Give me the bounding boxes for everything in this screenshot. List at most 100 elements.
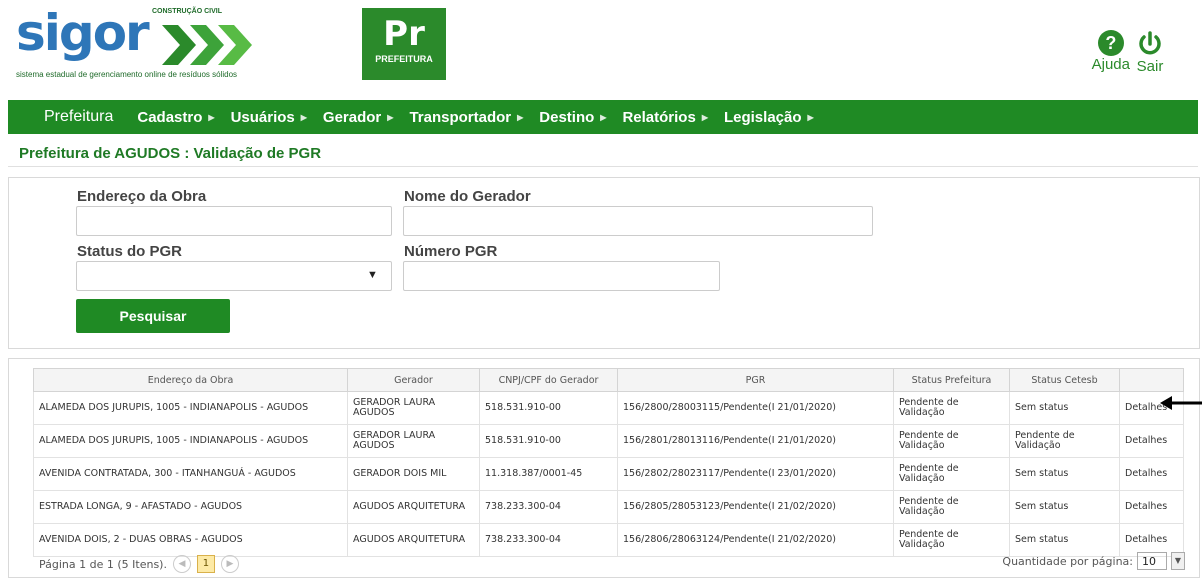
- cell-gerador: AGUDOS ARQUITETURA: [347, 523, 480, 557]
- sigor-logo: sigor CONSTRUÇÃO CIVIL sistema estadual …: [14, 4, 254, 84]
- logo-word: sigor: [16, 4, 150, 62]
- cell-pgr: 156/2805/28053123/Pendente(I 21/02/2020): [617, 490, 894, 524]
- caret-right-icon: ▶: [208, 112, 215, 122]
- col-header-status-prefeitura[interactable]: Status Prefeitura: [893, 368, 1010, 392]
- current-page-button[interactable]: 1: [196, 555, 215, 573]
- cell-endereco: AVENIDA CONTRATADA, 300 - ITANHANGUÁ - A…: [33, 457, 348, 491]
- gerador-label: Nome do Gerador: [404, 188, 531, 205]
- caret-right-icon: ▶: [600, 112, 607, 122]
- cell-status-prefeitura: Pendente de Validação: [893, 424, 1010, 458]
- next-page-icon[interactable]: ▶: [220, 555, 239, 573]
- cell-pgr: 156/2800/28003115/Pendente(I 21/01/2020): [617, 391, 894, 425]
- nav-label: Legislação: [723, 108, 802, 126]
- dropdown-arrow-icon[interactable]: ▼: [367, 269, 378, 281]
- results-panel: Endereço da Obra Gerador CNPJ/CPF do Ger…: [8, 358, 1200, 578]
- logo-subtitle: sistema estadual de gerenciamento online…: [16, 70, 238, 79]
- col-header-cnpj[interactable]: CNPJ/CPF do Gerador: [479, 368, 618, 392]
- caret-right-icon: ▶: [517, 112, 524, 122]
- page-size-label: Quantidade por página:: [1002, 554, 1133, 568]
- dropdown-arrow-icon[interactable]: ▼: [1171, 552, 1185, 570]
- col-header-gerador[interactable]: Gerador: [347, 368, 480, 392]
- col-header-status-cetesb[interactable]: Status Cetesb: [1009, 368, 1120, 392]
- cell-cnpj: 11.318.387/0001-45: [479, 457, 618, 491]
- nav-item-legislacao[interactable]: Legislação ▶: [724, 109, 820, 126]
- nav-item-transportador[interactable]: Transportador ▶: [409, 109, 529, 126]
- nav-label: Usuários: [230, 108, 295, 126]
- nav-item-cadastro[interactable]: Cadastro ▶: [137, 109, 220, 126]
- cell-pgr: 156/2802/28023117/Pendente(I 23/01/2020): [617, 457, 894, 491]
- caret-right-icon: ▶: [807, 112, 814, 122]
- arrow-pointer-icon: [1160, 396, 1202, 410]
- cell-endereco: AVENIDA DOIS, 2 - DUAS OBRAS - AGUDOS: [33, 523, 348, 557]
- gerador-input[interactable]: [403, 206, 873, 236]
- page-size-control: Quantidade por página: 10 ▼: [1002, 552, 1185, 570]
- pager-summary: Página 1 de 1 (5 Itens).: [39, 557, 167, 571]
- cell-endereco: ALAMEDA DOS JURUPIS, 1005 - INDIANAPOLIS…: [33, 424, 348, 458]
- cell-cnpj: 518.531.910-00: [479, 391, 618, 425]
- numero-input[interactable]: [403, 261, 720, 291]
- details-link[interactable]: Detalhes: [1119, 457, 1184, 491]
- cell-status-cetesb: Pendente de Validação: [1009, 424, 1120, 458]
- prev-page-icon[interactable]: ◀: [172, 555, 191, 573]
- cell-status-cetesb: Sem status: [1009, 490, 1120, 524]
- endereco-input[interactable]: [76, 206, 392, 236]
- cell-endereco: ALAMEDA DOS JURUPIS, 1005 - INDIANAPOLIS…: [33, 391, 348, 425]
- badge-small-text: PREFEITURA: [375, 54, 433, 64]
- nav-label: Gerador: [322, 108, 382, 126]
- status-label: Status do PGR: [77, 243, 183, 260]
- cell-endereco: ESTRADA LONGA, 9 - AFASTADO - AGUDOS: [33, 490, 348, 524]
- search-button[interactable]: Pesquisar: [76, 299, 230, 333]
- cell-gerador: GERADOR LAURA AGUDOS: [347, 424, 480, 458]
- table-row: ALAMEDA DOS JURUPIS, 1005 - INDIANAPOLIS…: [33, 424, 1184, 458]
- logo-arrows-icon: [162, 25, 252, 65]
- endereco-label: Endereço da Obra: [77, 188, 207, 205]
- col-header-endereco[interactable]: Endereço da Obra: [33, 368, 348, 392]
- numero-label: Número PGR: [404, 243, 498, 260]
- cell-cnpj: 738.233.300-04: [479, 490, 618, 524]
- nav-label: Relatórios: [622, 108, 696, 126]
- exit-link[interactable]: Sair: [1136, 30, 1164, 75]
- col-header-actions: [1119, 368, 1184, 392]
- table-header-row: Endereço da Obra Gerador CNPJ/CPF do Ger…: [33, 368, 1184, 392]
- nav-label: Destino: [539, 108, 595, 126]
- power-icon: [1139, 31, 1161, 55]
- col-header-pgr[interactable]: PGR: [617, 368, 894, 392]
- cell-pgr: 156/2806/28063124/Pendente(I 21/02/2020): [617, 523, 894, 557]
- cell-status-prefeitura: Pendente de Validação: [893, 457, 1010, 491]
- nav-label: Transportador: [409, 108, 512, 126]
- status-select[interactable]: [76, 261, 392, 291]
- exit-label: Sair: [1136, 58, 1164, 75]
- page-title: Prefeitura de AGUDOS : Validação de PGR: [19, 145, 322, 162]
- cell-cnpj: 738.233.300-04: [479, 523, 618, 557]
- help-label: Ajuda: [1091, 56, 1130, 73]
- divider: [8, 166, 1198, 167]
- nav-item-relatorios[interactable]: Relatórios ▶: [622, 109, 714, 126]
- cell-gerador: AGUDOS ARQUITETURA: [347, 490, 480, 524]
- pager: Página 1 de 1 (5 Itens). ◀ 1 ▶: [39, 555, 239, 573]
- caret-right-icon: ▶: [300, 112, 307, 122]
- cell-status-prefeitura: Pendente de Validação: [893, 490, 1010, 524]
- cell-status-cetesb: Sem status: [1009, 457, 1120, 491]
- nav-item-destino[interactable]: Destino ▶: [539, 109, 612, 126]
- details-link[interactable]: Detalhes: [1119, 490, 1184, 524]
- search-panel: Endereço da Obra Nome do Gerador Status …: [8, 177, 1200, 349]
- cell-gerador: GERADOR LAURA AGUDOS: [347, 391, 480, 425]
- table-row: AVENIDA CONTRATADA, 300 - ITANHANGUÁ - A…: [33, 457, 1184, 491]
- table-row: ESTRADA LONGA, 9 - AFASTADO - AGUDOS AGU…: [33, 490, 1184, 524]
- cell-cnpj: 518.531.910-00: [479, 424, 618, 458]
- help-link[interactable]: ? Ajuda: [1092, 30, 1130, 75]
- page-size-select[interactable]: 10: [1137, 552, 1167, 570]
- cell-status-cetesb: Sem status: [1009, 391, 1120, 425]
- cell-pgr: 156/2801/28013116/Pendente(I 21/01/2020): [617, 424, 894, 458]
- table-row: ALAMEDA DOS JURUPIS, 1005 - INDIANAPOLIS…: [33, 391, 1184, 425]
- cell-status-prefeitura: Pendente de Validação: [893, 523, 1010, 557]
- results-table: Endereço da Obra Gerador CNPJ/CPF do Ger…: [33, 368, 1184, 557]
- nav-item-gerador[interactable]: Gerador ▶: [323, 109, 400, 126]
- nav-item-usuarios[interactable]: Usuários ▶: [231, 109, 313, 126]
- main-nav: Prefeitura Cadastro ▶ Usuários ▶ Gerador ▶ …: [8, 100, 1198, 134]
- details-link[interactable]: Detalhes: [1119, 424, 1184, 458]
- cell-gerador: GERADOR DOIS MIL: [347, 457, 480, 491]
- nav-home[interactable]: Prefeitura: [44, 108, 113, 126]
- cell-status-prefeitura: Pendente de Validação: [893, 391, 1010, 425]
- nav-label: Cadastro: [137, 108, 203, 126]
